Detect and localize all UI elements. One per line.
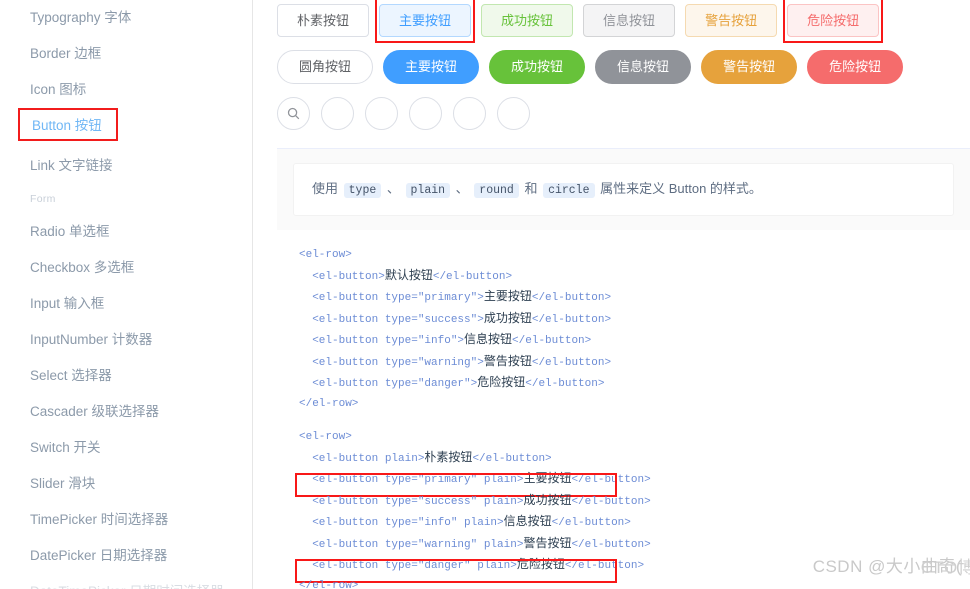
- round-danger-button[interactable]: 危险按钮: [807, 50, 904, 84]
- description-section: 使用 type 、 plain 、 round 和 circle 属性来定义 B…: [277, 149, 970, 231]
- code-line: </el-row>: [299, 579, 359, 589]
- star-icon: [462, 106, 477, 121]
- sidebar-item-label: Checkbox 多选框: [30, 260, 135, 275]
- sidebar-item-label: Switch 开关: [30, 440, 101, 455]
- check-icon: [374, 106, 389, 121]
- desc-prefix: 使用: [312, 181, 339, 196]
- sidebar-item-timepicker[interactable]: TimePicker 时间选择器: [0, 502, 252, 538]
- sidebar-group-title-form: Form: [30, 193, 56, 205]
- circle-search-button[interactable]: [277, 97, 310, 130]
- circle-buttons-row: [277, 97, 970, 130]
- sidebar-item-label: Icon 图标: [30, 82, 87, 97]
- sidebar-item-label: Slider 滑块: [30, 476, 96, 491]
- sidebar-item-link[interactable]: Link 文字链接: [0, 148, 252, 184]
- code-line: <el-button type="success" plain>成功按钮</el…: [312, 492, 651, 508]
- plain-warning-button[interactable]: 警告按钮: [685, 4, 778, 37]
- sidebar-item-label: InputNumber 计数器: [30, 332, 153, 347]
- desc-conjunction: 和: [524, 181, 538, 196]
- plain-default-button[interactable]: 朴素按钮: [277, 4, 370, 37]
- code-line: <el-button type="danger">危险按钮</el-button…: [312, 375, 605, 391]
- round-buttons-row: 圆角按钮 主要按钮 成功按钮 信息按钮 警告按钮 危险按钮: [277, 50, 970, 84]
- search-icon: [286, 106, 301, 121]
- code-line: <el-row>: [299, 431, 352, 444]
- code-line: <el-button type="info">信息按钮</el-button>: [312, 332, 592, 348]
- plain-buttons-row: 朴素按钮 主要按钮 成功按钮 信息按钮 警告按钮 危险按钮: [277, 0, 970, 43]
- sidebar-item-input[interactable]: Input 输入框: [0, 286, 252, 322]
- sidebar-item-radio[interactable]: Radio 单选框: [0, 214, 252, 250]
- code-line: <el-button type="info" plain>信息按钮</el-bu…: [312, 514, 631, 530]
- plain-primary-button[interactable]: 主要按钮: [379, 4, 472, 37]
- sidebar-item-cascader[interactable]: Cascader 级联选择器: [0, 394, 252, 430]
- round-primary-button[interactable]: 主要按钮: [383, 50, 480, 84]
- code-line: <el-button type="warning" plain>警告按钮</el…: [312, 535, 651, 551]
- watermark: CSDN @大小曲奇(ЄTO博客: [813, 552, 970, 577]
- sidebar-item-datetimepicker[interactable]: DateTimePicker 日期时间选择器: [0, 574, 252, 589]
- desc-code-type: type: [343, 183, 382, 198]
- sidebar-navigation[interactable]: Typography 字体 Border 边框 Icon 图标 Button 按…: [0, 0, 253, 589]
- desc-code-round: round: [474, 183, 519, 198]
- code-line: <el-button plain>朴素按钮</el-button>: [312, 449, 552, 465]
- main-content: 朴素按钮 主要按钮 成功按钮 信息按钮 警告按钮 危险按钮 圆角按钮 主要按钮 …: [253, 0, 970, 589]
- round-default-button[interactable]: 圆角按钮: [277, 50, 374, 84]
- annotation-box-plain-danger: 危险按钮: [783, 0, 889, 43]
- sidebar-item-label: DateTimePicker 日期时间选择器: [30, 584, 224, 589]
- description-card: 使用 type 、 plain 、 round 和 circle 属性来定义 B…: [293, 163, 954, 217]
- code-line: <el-button>默认按钮</el-button>: [312, 267, 513, 283]
- sidebar-item-icon[interactable]: Icon 图标: [0, 72, 252, 108]
- desc-sep-2: 、: [455, 181, 469, 196]
- code-content-1: <el-row> <el-button>默认按钮</el-button> <el…: [277, 246, 970, 414]
- sidebar-item-slider[interactable]: Slider 滑块: [0, 466, 252, 502]
- sidebar-item-checkbox[interactable]: Checkbox 多选框: [0, 250, 252, 286]
- sidebar-item-label: Radio 单选框: [30, 224, 110, 239]
- sidebar-item-select[interactable]: Select 选择器: [0, 358, 252, 394]
- sidebar-item-label: Input 输入框: [30, 296, 105, 311]
- desc-code-plain: plain: [405, 183, 451, 198]
- circle-delete-button[interactable]: [497, 97, 530, 130]
- sidebar-item-inputnumber[interactable]: InputNumber 计数器: [0, 322, 252, 358]
- code-block-1: <el-row> <el-button>默认按钮</el-button> <el…: [277, 230, 970, 415]
- code-line: <el-button type="success">成功按钮</el-butto…: [312, 310, 612, 326]
- circle-edit-button[interactable]: [321, 97, 354, 130]
- sidebar-item-label: Link 文字链接: [30, 158, 113, 173]
- sidebar-item-label: Border 边框: [30, 46, 102, 61]
- sidebar-item-label: Cascader 级联选择器: [30, 404, 160, 419]
- code-line: <el-button type="warning">警告按钮</el-butto…: [312, 353, 612, 369]
- desc-sep-1: 、: [386, 181, 400, 196]
- desc-suffix: 属性来定义 Button 的样式。: [600, 181, 762, 196]
- annotation-box-plain-primary: 主要按钮: [375, 0, 481, 43]
- sidebar-item-switch[interactable]: Switch 开关: [0, 430, 252, 466]
- code-line: <el-button type="primary" plain>主要按钮</el…: [299, 471, 650, 486]
- sidebar-item-label: TimePicker 时间选择器: [30, 512, 169, 527]
- watermark-overlay: ЄTO博客: [920, 558, 970, 577]
- code-line: <el-button type="danger" plain>危险按钮</el-…: [299, 557, 644, 572]
- button-demo-block: 朴素按钮 主要按钮 成功按钮 信息按钮 警告按钮 危险按钮 圆角按钮 主要按钮 …: [277, 0, 970, 149]
- plain-info-button[interactable]: 信息按钮: [583, 4, 676, 37]
- edit-icon: [330, 106, 345, 121]
- round-warning-button[interactable]: 警告按钮: [701, 50, 798, 84]
- code-line: </el-row>: [299, 397, 359, 410]
- plain-danger-button[interactable]: 危险按钮: [787, 4, 880, 37]
- message-icon: [418, 106, 433, 121]
- sidebar-item-datepicker[interactable]: DatePicker 日期选择器: [0, 538, 252, 574]
- sidebar-item-button-wrapper: Button 按钮: [0, 108, 252, 148]
- desc-code-circle: circle: [543, 183, 595, 198]
- delete-icon: [506, 106, 521, 121]
- sidebar-item-label: Select 选择器: [30, 368, 112, 383]
- plain-success-button[interactable]: 成功按钮: [481, 4, 574, 37]
- code-line: <el-row>: [299, 249, 352, 262]
- sidebar-item-label: DatePicker 日期选择器: [30, 548, 168, 563]
- round-success-button[interactable]: 成功按钮: [489, 50, 586, 84]
- circle-check-button[interactable]: [365, 97, 398, 130]
- code-line: <el-button type="primary">主要按钮</el-butto…: [312, 289, 612, 305]
- circle-star-button[interactable]: [453, 97, 486, 130]
- sidebar-item-border[interactable]: Border 边框: [0, 36, 252, 72]
- element-ui-docs-page: Typography 字体 Border 边框 Icon 图标 Button 按…: [0, 0, 970, 589]
- round-info-button[interactable]: 信息按钮: [595, 50, 692, 84]
- sidebar-item-label: Typography 字体: [30, 10, 132, 25]
- circle-message-button[interactable]: [409, 97, 442, 130]
- sidebar-item-button[interactable]: Button 按钮: [18, 108, 118, 141]
- sidebar-item-typography[interactable]: Typography 字体: [0, 0, 252, 36]
- sidebar-component-list: Typography 字体 Border 边框 Icon 图标 Button 按…: [0, 0, 252, 589]
